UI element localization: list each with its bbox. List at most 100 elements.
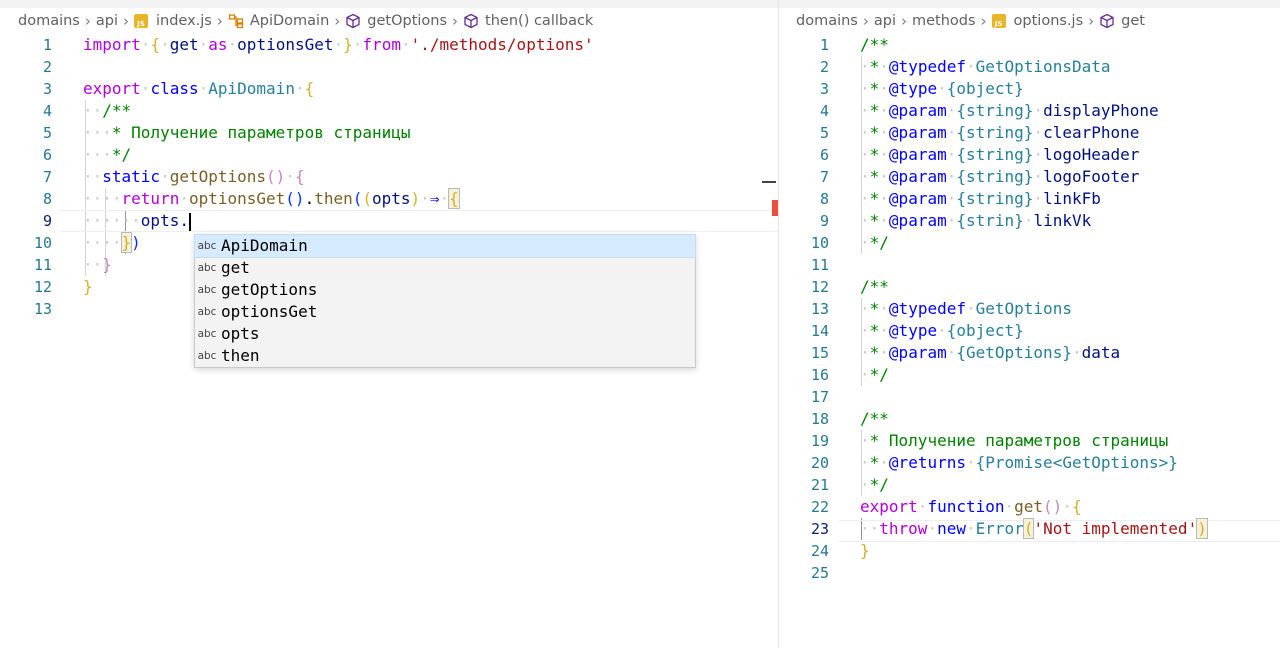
tab-strip: [779, 0, 1280, 8]
brace: {: [150, 35, 161, 54]
breadcrumb-item-getoptions[interactable]: getOptions: [345, 13, 447, 29]
function-name: then: [314, 189, 353, 208]
class-name: Error: [975, 519, 1024, 538]
line-number: 13: [33, 300, 52, 318]
breadcrumb: domains › api › JS index.js › ApiDomain …: [0, 8, 778, 34]
line-number: 7: [42, 168, 52, 186]
jsdoc-param-name: logoFooter: [1043, 167, 1140, 186]
autocomplete-suggestions[interactable]: abc ApiDomain abc get abc getOptions abc option…: [194, 234, 696, 368]
cube-icon: [1100, 13, 1114, 29]
breadcrumb-item-then-callback[interactable]: then() callback: [463, 13, 593, 29]
code-line: 9 ·*·@param·{strin}·linkVk: [779, 210, 1280, 232]
code-line: 8 ····return·optionsGet().then((opts)·⇒·…: [0, 188, 778, 210]
breadcrumb-item-methods[interactable]: methods: [912, 13, 976, 29]
comment: *: [869, 79, 880, 98]
suggestion-item-optionsget[interactable]: abc optionsGet: [195, 301, 695, 323]
brace: }: [102, 255, 112, 274]
breadcrumb-item-options-js[interactable]: JS options.js: [991, 13, 1083, 29]
breadcrumb-item-domains[interactable]: domains: [18, 13, 80, 29]
jsdoc-type: {string}: [956, 189, 1034, 208]
cube-icon: [464, 13, 478, 29]
code-text: ·*·@param·{GetOptions}·data: [860, 343, 1121, 362]
suggestion-item-getoptions[interactable]: abc getOptions: [195, 279, 695, 301]
breadcrumb-item-index-js[interactable]: JS index.js: [133, 13, 212, 29]
code-text: ······opts.: [83, 211, 191, 231]
parens: (): [266, 167, 286, 186]
code-line: 2: [0, 56, 778, 78]
suggestion-item-opts[interactable]: abc opts: [195, 323, 695, 345]
text-kind-icon: abc: [197, 262, 217, 274]
brace: {: [294, 167, 305, 186]
comment: *: [869, 343, 880, 362]
class-icon: [228, 14, 244, 29]
code-text: ·*·@type·{object}: [860, 321, 1024, 340]
chevron-right-icon: ›: [452, 12, 459, 30]
line-number: 11: [33, 256, 52, 274]
suggestion-item-then[interactable]: abc then: [195, 345, 695, 367]
line-number: 24: [810, 542, 829, 560]
code-line: 7 ·*·@param·{string}·logoFooter: [779, 166, 1280, 188]
suggestion-item-apidomain[interactable]: abc ApiDomain: [194, 234, 696, 258]
jsdoc-tag: @type: [888, 79, 938, 98]
jsdoc-tag: @param: [888, 167, 947, 186]
text-cursor: [188, 212, 191, 231]
breadcrumb-item-apidomain[interactable]: ApiDomain: [228, 13, 329, 29]
code-line: 1 import·{·get·as·optionsGet·}·from·'./m…: [0, 34, 778, 56]
scrollbar-cursor-marker[interactable]: [762, 181, 776, 183]
code-line: 2 ·*·@typedef·GetOptionsData: [779, 56, 1280, 78]
code-text: ···* Получение параметров страницы: [83, 123, 411, 142]
breadcrumb-item-domains[interactable]: domains: [796, 13, 858, 29]
line-number: 10: [810, 234, 829, 252]
chevron-right-icon: ›: [122, 12, 129, 30]
code-editor-right[interactable]: 1 /** 2 ·*·@typedef·GetOptionsData 3 ·*·@ty…: [779, 34, 1280, 648]
brace: }: [120, 232, 133, 253]
code-text: export·class·ApiDomain·{: [83, 79, 315, 98]
string: './methods/options': [410, 35, 594, 54]
suggestion-label: optionsGet: [221, 302, 318, 321]
code-text: ·*·@param·{string}·logoHeader: [860, 145, 1140, 164]
breadcrumb-item-api[interactable]: api: [874, 13, 896, 29]
jsdoc-tag: @typedef: [888, 299, 966, 318]
line-number: 25: [810, 564, 829, 582]
brace: {: [448, 188, 460, 209]
jsdoc-type: {string}: [956, 123, 1034, 142]
class-name: ApiDomain: [208, 79, 295, 98]
jsdoc-type: GetOptions: [975, 299, 1072, 318]
code-text: ·*·@param·{string}·logoFooter: [860, 167, 1140, 186]
js-file-icon: JS: [133, 14, 148, 28]
code-line: 6 ···*/: [0, 144, 778, 166]
jsdoc-param-name: logoHeader: [1043, 145, 1140, 164]
jsdoc-type: {Promise<GetOptions>}: [975, 453, 1178, 472]
paren: ): [410, 189, 421, 208]
comment: */: [869, 233, 889, 252]
line-number: 6: [819, 146, 829, 164]
line-number: 5: [42, 124, 52, 142]
brace: {: [304, 79, 315, 98]
code-text: ·*·@typedef·GetOptions: [860, 299, 1072, 318]
line-number: 1: [819, 36, 829, 54]
comment: *: [869, 57, 880, 76]
code-line: 20 ·*·@returns·{Promise<GetOptions>}: [779, 452, 1280, 474]
jsdoc-tag: @param: [888, 211, 947, 230]
line-number: 2: [42, 58, 52, 76]
jsdoc-param-name: displayPhone: [1043, 101, 1159, 120]
suggestion-item-get[interactable]: abc get: [195, 257, 695, 279]
breadcrumb-item-api[interactable]: api: [96, 13, 118, 29]
keyword: export: [860, 497, 918, 516]
code-text: ·*/: [860, 365, 889, 384]
line-number: 9: [819, 212, 829, 230]
code-line: 22 export·function·get()·{: [779, 496, 1280, 518]
js-file-icon: JS: [991, 14, 1006, 28]
breadcrumb-item-get[interactable]: get: [1099, 13, 1145, 29]
code-line: 11: [779, 254, 1280, 276]
chevron-right-icon: ›: [980, 12, 987, 30]
function-name: getOptions: [169, 167, 267, 186]
comment: *: [869, 453, 880, 472]
keyword: function: [927, 497, 1005, 516]
code-line: 6 ·*·@param·{string}·logoHeader: [779, 144, 1280, 166]
code-line-current: 9 ······opts.: [0, 210, 778, 232]
code-line: 13 ·*·@typedef·GetOptions: [779, 298, 1280, 320]
jsdoc-type: {object}: [946, 79, 1024, 98]
breadcrumb: domains › api › methods › JS options.js …: [779, 8, 1280, 34]
code-line: 19 ·* Получение параметров страницы: [779, 430, 1280, 452]
